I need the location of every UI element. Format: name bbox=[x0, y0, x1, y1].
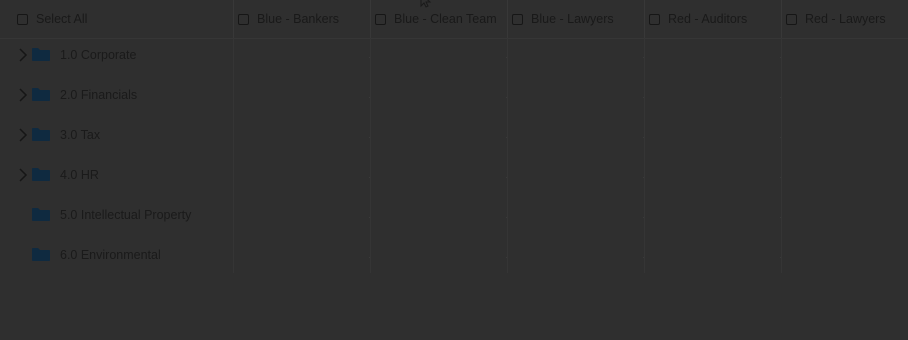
group-checkbox[interactable] bbox=[649, 13, 660, 25]
cell-dot bbox=[506, 57, 507, 58]
group-header-red-auditors[interactable]: Red - Auditors bbox=[644, 0, 781, 38]
folder-label: 3.0 Tax bbox=[60, 128, 101, 142]
folder-row-environmental[interactable]: 6.0 Environmental bbox=[0, 234, 908, 274]
select-all-label: Select All bbox=[36, 12, 88, 26]
chevron-right-icon[interactable] bbox=[18, 88, 28, 102]
cell-dot bbox=[643, 177, 644, 178]
cell-dot bbox=[780, 57, 781, 58]
chevron-right-icon[interactable] bbox=[18, 128, 28, 142]
folder-row-tax[interactable]: 3.0 Tax bbox=[0, 114, 908, 154]
folder-label: 4.0 HR bbox=[60, 168, 99, 182]
cell-dot bbox=[643, 57, 644, 58]
cell-dot bbox=[369, 57, 370, 58]
group-label: Red - Lawyers bbox=[805, 12, 886, 26]
cell-dot bbox=[780, 217, 781, 218]
folder-icon bbox=[32, 88, 50, 101]
folder-icon bbox=[32, 128, 50, 141]
folder-icon bbox=[32, 208, 50, 221]
folder-row-hr[interactable]: 4.0 HR bbox=[0, 154, 908, 194]
group-header-red-lawyers[interactable]: Red - Lawyers bbox=[781, 0, 908, 38]
cell-dot bbox=[643, 137, 644, 138]
folder-row-financials[interactable]: 2.0 Financials bbox=[0, 74, 908, 114]
folder-icon bbox=[32, 48, 50, 61]
group-header-blue-clean-team[interactable]: Blue - Clean Team bbox=[370, 0, 507, 38]
cell-dot bbox=[780, 137, 781, 138]
folder-label: 5.0 Intellectual Property bbox=[60, 208, 192, 222]
folder-label: 1.0 Corporate bbox=[60, 48, 137, 62]
cell-dot bbox=[369, 97, 370, 98]
chevron-right-icon[interactable] bbox=[18, 168, 28, 182]
group-label: Red - Auditors bbox=[668, 12, 748, 26]
select-all-cell[interactable]: Select All bbox=[17, 0, 233, 38]
mouse-cursor-icon bbox=[420, 0, 432, 8]
cell-dot bbox=[506, 97, 507, 98]
select-all-checkbox[interactable] bbox=[17, 13, 28, 25]
group-label: Blue - Clean Team bbox=[394, 12, 497, 26]
cell-dot bbox=[780, 177, 781, 178]
cell-dot bbox=[369, 257, 370, 258]
folder-row-corporate[interactable]: 1.0 Corporate bbox=[0, 34, 908, 74]
cell-dot bbox=[643, 97, 644, 98]
cell-dot bbox=[780, 97, 781, 98]
cell-dot bbox=[780, 257, 781, 258]
group-label: Blue - Bankers bbox=[257, 12, 339, 26]
cell-dot bbox=[643, 257, 644, 258]
cell-dot bbox=[506, 257, 507, 258]
cell-dot bbox=[506, 137, 507, 138]
chevron-right-icon[interactable] bbox=[18, 48, 28, 62]
cell-dot bbox=[369, 217, 370, 218]
folder-label: 6.0 Environmental bbox=[60, 248, 161, 262]
cell-dot bbox=[643, 217, 644, 218]
group-label: Blue - Lawyers bbox=[531, 12, 614, 26]
group-checkbox[interactable] bbox=[375, 13, 386, 25]
group-header-blue-bankers[interactable]: Blue - Bankers bbox=[233, 0, 370, 38]
cell-dot bbox=[369, 177, 370, 178]
folder-label: 2.0 Financials bbox=[60, 88, 138, 102]
group-checkbox[interactable] bbox=[238, 13, 249, 25]
group-header-blue-lawyers[interactable]: Blue - Lawyers bbox=[507, 0, 644, 38]
folder-icon bbox=[32, 248, 50, 261]
folder-icon bbox=[32, 168, 50, 181]
group-checkbox[interactable] bbox=[786, 13, 797, 25]
group-checkbox[interactable] bbox=[512, 13, 523, 25]
cell-dot bbox=[506, 177, 507, 178]
cell-dot bbox=[369, 137, 370, 138]
folder-row-intellectual-property[interactable]: 5.0 Intellectual Property bbox=[0, 194, 908, 234]
cell-dot bbox=[506, 217, 507, 218]
